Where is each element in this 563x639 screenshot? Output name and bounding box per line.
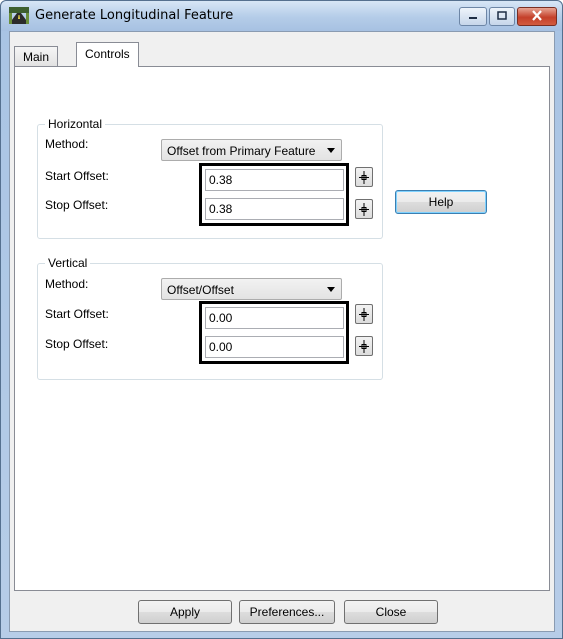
horizontal-method-value: Offset from Primary Feature bbox=[167, 144, 316, 158]
maximize-icon bbox=[497, 10, 507, 24]
window-title: Generate Longitudinal Feature bbox=[35, 8, 234, 23]
dialog-window: Generate Longitudinal Feature Main Contr… bbox=[0, 0, 563, 639]
horizontal-stop-offset-field[interactable] bbox=[205, 198, 344, 220]
horizontal-method-label: Method: bbox=[45, 137, 89, 151]
vertical-start-pick-button[interactable] bbox=[355, 304, 373, 324]
tab-main[interactable]: Main bbox=[14, 46, 59, 66]
crosshair-pick-icon bbox=[359, 203, 369, 216]
vertical-offset-highlight bbox=[199, 301, 349, 364]
vertical-group-label: Vertical bbox=[45, 256, 91, 270]
close-window-button[interactable] bbox=[517, 7, 557, 26]
horizontal-stop-offset-label: Stop Offset: bbox=[45, 198, 109, 212]
help-button[interactable]: Help bbox=[395, 190, 487, 214]
tab-controls[interactable]: Controls bbox=[76, 42, 139, 67]
crosshair-pick-icon bbox=[359, 171, 369, 184]
crosshair-pick-icon bbox=[359, 340, 369, 353]
minimize-button[interactable] bbox=[459, 7, 487, 26]
horizontal-start-offset-field[interactable] bbox=[205, 169, 344, 191]
crosshair-pick-icon bbox=[359, 308, 369, 321]
preferences-button[interactable]: Preferences... bbox=[239, 600, 335, 624]
close-button[interactable]: Close bbox=[344, 600, 438, 624]
title-bar[interactable]: Generate Longitudinal Feature bbox=[1, 1, 562, 31]
maximize-button[interactable] bbox=[489, 7, 515, 26]
horizontal-method-select[interactable]: Offset from Primary Feature bbox=[161, 139, 342, 161]
vertical-method-value: Offset/Offset bbox=[167, 283, 234, 297]
vertical-method-select[interactable]: Offset/Offset bbox=[161, 278, 342, 300]
horizontal-start-offset-label: Start Offset: bbox=[45, 169, 109, 183]
vertical-stop-offset-field[interactable] bbox=[205, 336, 344, 358]
chevron-down-icon bbox=[327, 287, 335, 292]
vertical-start-offset-label: Start Offset: bbox=[45, 307, 109, 321]
apply-button[interactable]: Apply bbox=[138, 600, 232, 624]
vertical-method-label: Method: bbox=[45, 277, 89, 291]
vertical-start-offset-field[interactable] bbox=[205, 307, 344, 329]
minimize-icon bbox=[468, 10, 478, 24]
vertical-stop-pick-button[interactable] bbox=[355, 336, 373, 356]
horizontal-stop-pick-button[interactable] bbox=[355, 199, 373, 219]
controls-tab-panel: Horizontal Method: Offset from Primary F… bbox=[14, 66, 550, 591]
vertical-stop-offset-label: Stop Offset: bbox=[45, 337, 109, 351]
horizontal-group-label: Horizontal bbox=[45, 117, 106, 131]
close-icon bbox=[531, 9, 543, 24]
horizontal-offset-highlight bbox=[199, 163, 349, 226]
chevron-down-icon bbox=[327, 148, 335, 153]
dialog-client-area: Main Controls Horizontal Method: Offset … bbox=[9, 31, 555, 632]
road-feature-icon bbox=[9, 7, 29, 24]
horizontal-start-pick-button[interactable] bbox=[355, 167, 373, 187]
